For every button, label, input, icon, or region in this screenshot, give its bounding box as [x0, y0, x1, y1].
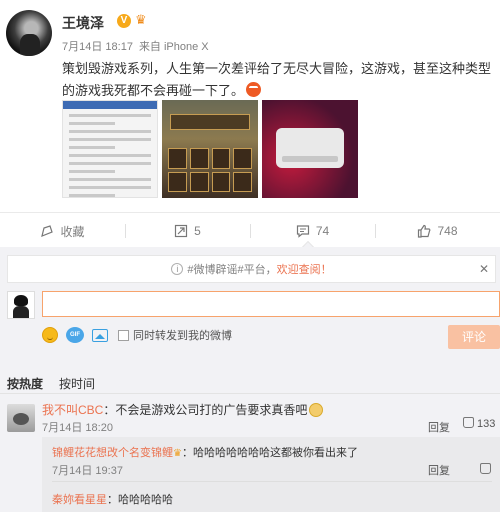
comment-text: 我不叫CBC：不会是游戏公司打的广告要求真香吧 — [42, 401, 324, 418]
author-name[interactable]: 王境泽 — [62, 13, 104, 33]
reply-text: 锦鲤花花想改个名变锦鲤♛：哈哈哈哈哈哈哈这都被你看出来了 — [52, 444, 358, 460]
thumbnail-2[interactable] — [162, 100, 258, 198]
reply-time: 7月14日 19:37 — [52, 465, 123, 477]
angry-face-icon — [246, 82, 262, 97]
comment-icon — [296, 225, 309, 238]
reply-thread: 锦鲤花花想改个名变锦鲤♛：哈哈哈哈哈哈哈这都被你看出来了 7月14日 19:37… — [42, 437, 500, 512]
my-avatar — [7, 291, 35, 319]
comment-button[interactable]: 74 — [250, 213, 375, 249]
reply-reply-button[interactable]: 回复 — [428, 462, 450, 478]
favorite-button[interactable]: 收藏 — [0, 213, 125, 249]
tab-by-time[interactable]: 按时间 — [59, 377, 95, 391]
author-avatar[interactable] — [6, 10, 52, 56]
thumbs-up-icon — [480, 463, 491, 474]
thumbnail-3[interactable] — [262, 100, 358, 198]
comment-body: ：不会是游戏公司打的广告要求真香吧 — [103, 403, 308, 417]
post-date[interactable]: 7月14日 18:17 — [62, 41, 133, 53]
comment-like-button[interactable]: 133 — [463, 417, 495, 430]
verified-badge-icon: V — [117, 14, 131, 28]
thumbs-up-icon — [418, 224, 431, 238]
divider — [52, 481, 492, 482]
reply-text: 秦妳看星星：哈哈哈哈哈 — [52, 491, 173, 507]
like-button[interactable]: 748 — [375, 213, 500, 249]
post-card: 王境泽 V ♛ 7月14日 18:17 来自 iPhone X 策划毁游戏系列，人… — [0, 0, 500, 212]
post-actions: 收藏 5 74 748 — [0, 212, 500, 256]
repost-checkbox-label: 同时转发到我的微博 — [133, 330, 232, 342]
tab-by-heat[interactable]: 按热度 — [7, 377, 43, 391]
favorite-icon — [41, 225, 54, 237]
repost-button[interactable]: 5 — [125, 213, 250, 249]
post-content: 策划毁游戏系列，人生第一次差评给了无尽大冒险，这游戏，甚至这种类型的游戏我死都不… — [62, 58, 492, 102]
doge-emoji-icon — [309, 403, 324, 417]
rumor-notice: i #微博辟谣#平台， 欢迎查阅！ ✕ — [7, 255, 496, 283]
submit-comment-button[interactable]: 评论 — [448, 325, 500, 349]
reply-like-button[interactable] — [480, 460, 494, 478]
image-icon[interactable] — [92, 328, 108, 342]
sort-tabs: 按热度 按时间 — [7, 375, 111, 392]
reply-user-name[interactable]: 秦妳看星星 — [52, 494, 107, 506]
notice-link[interactable]: 欢迎查阅！ — [277, 261, 332, 277]
thumbs-up-icon — [463, 417, 474, 428]
comment-section: i #微博辟谣#平台， 欢迎查阅！ ✕ GIF 同时转发到我的微博 评论 按热度… — [0, 247, 500, 512]
like-count: 748 — [437, 224, 458, 238]
comment-input[interactable] — [42, 291, 500, 317]
reply-body: ：哈哈哈哈哈哈哈这都被你看出来了 — [181, 447, 358, 459]
repost-count: 5 — [194, 224, 201, 238]
reply-body: ：哈哈哈哈哈 — [107, 494, 173, 506]
comment-reply-button[interactable]: 回复 — [428, 419, 450, 435]
post-source: 来自 iPhone X — [138, 41, 209, 53]
repost-checkbox[interactable] — [118, 329, 129, 341]
commenter-name[interactable]: 我不叫CBC — [42, 403, 103, 417]
post-text: 策划毁游戏系列，人生第一次差评给了无尽大冒险，这游戏，甚至这种类型的游戏我死都不… — [62, 61, 492, 98]
commenter-avatar[interactable] — [7, 404, 35, 432]
gif-icon[interactable]: GIF — [66, 327, 84, 343]
crown-icon: ♛ — [173, 448, 182, 459]
comment-count: 74 — [315, 224, 330, 238]
favorite-label: 收藏 — [60, 224, 85, 239]
comment-like-count: 133 — [477, 418, 496, 430]
divider — [0, 393, 500, 394]
composer-toolbar: GIF 同时转发到我的微博 — [42, 325, 232, 345]
comment-time: 7月14日 18:20 — [42, 422, 113, 434]
crown-icon: ♛ — [135, 12, 147, 27]
post-meta: 7月14日 18:17 来自 iPhone X — [62, 38, 209, 54]
reply-user-name[interactable]: 锦鲤花花想改个名变锦鲤 — [52, 447, 173, 459]
repost-icon — [175, 224, 188, 238]
thumbnail-1[interactable] — [62, 100, 158, 198]
info-icon: i — [171, 263, 184, 275]
emoji-icon[interactable] — [42, 327, 58, 343]
notice-text: #微博辟谣#平台， — [187, 264, 277, 276]
close-icon[interactable]: ✕ — [479, 262, 489, 276]
